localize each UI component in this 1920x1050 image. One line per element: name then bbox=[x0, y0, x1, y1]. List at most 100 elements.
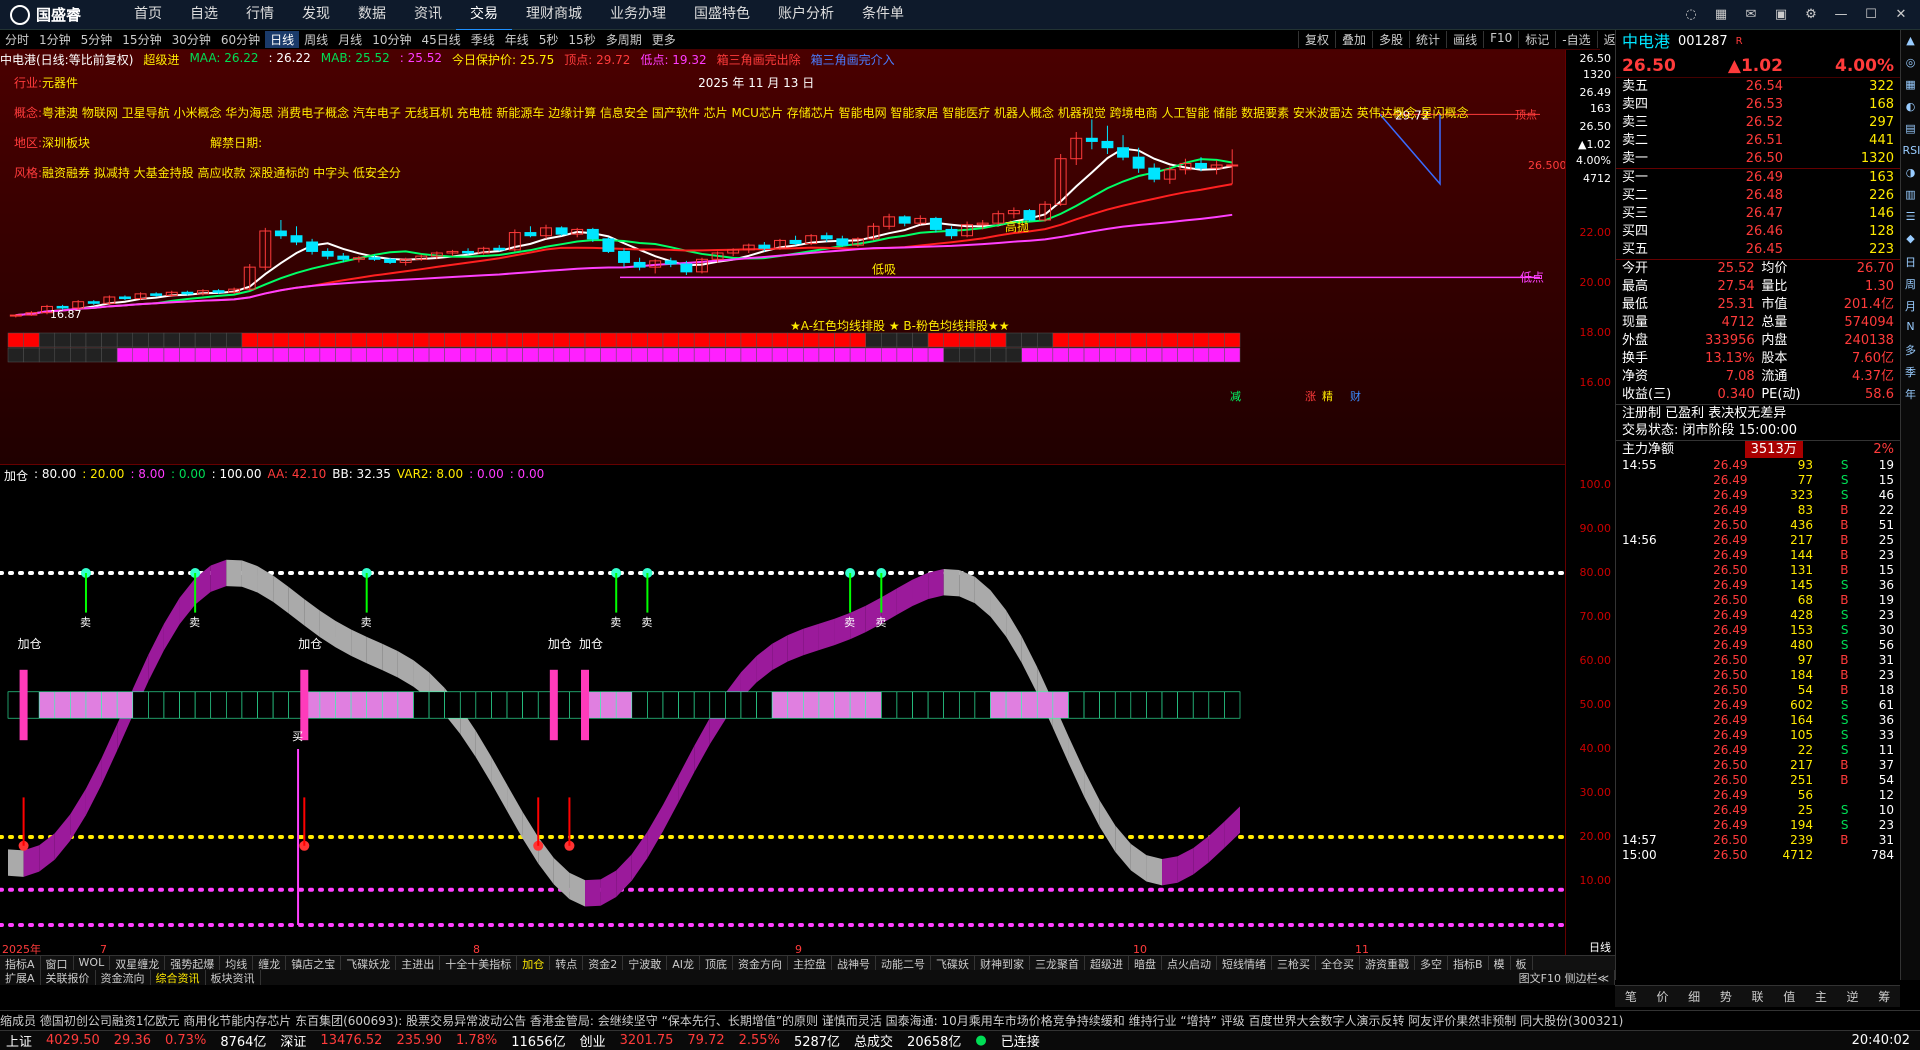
bid-row[interactable]: 买一 26.49 163 bbox=[1616, 169, 1900, 187]
news-ticker[interactable]: 缩成员 德国初创公司融资1亿欧元 商用化节能内存芯片 东百集团(600693):… bbox=[0, 1010, 1920, 1030]
sidebar-button[interactable]: ▥ bbox=[1903, 188, 1919, 204]
bid-row[interactable]: 买四 26.46 128 bbox=[1616, 223, 1900, 241]
indicator-tab[interactable]: 三龙聚首 bbox=[1030, 956, 1085, 970]
menu-item[interactable]: 数据 bbox=[344, 0, 400, 31]
panel-tab[interactable]: 价 bbox=[1647, 986, 1679, 1007]
indicator-tab[interactable]: 缠龙 bbox=[253, 956, 287, 970]
indicator-tab[interactable]: 镇店之宝 bbox=[286, 956, 342, 970]
period-tab[interactable]: 5分钟 bbox=[76, 31, 118, 48]
info-tab[interactable]: 关联报价 bbox=[41, 970, 96, 985]
ask-row[interactable]: 卖四 26.53 168 bbox=[1616, 96, 1900, 114]
menu-item[interactable]: 交易 bbox=[456, 0, 512, 31]
sidebar-button[interactable]: 周 bbox=[1903, 276, 1919, 292]
mail-icon[interactable]: ✉ bbox=[1740, 5, 1762, 25]
panel-tab[interactable]: 细 bbox=[1678, 986, 1710, 1007]
sidebar-button[interactable]: ▲ bbox=[1903, 34, 1919, 50]
period-tab[interactable]: 月线 bbox=[333, 31, 367, 48]
panel-tab[interactable]: 联 bbox=[1742, 986, 1774, 1007]
indicator-tab[interactable]: 宁波敢 bbox=[623, 956, 668, 970]
period-tab[interactable]: 30分钟 bbox=[167, 31, 216, 48]
sidebar-button[interactable]: RSI bbox=[1903, 144, 1920, 160]
period-tab[interactable]: 日线 bbox=[265, 31, 300, 48]
info-tab[interactable]: 资金流向 bbox=[96, 970, 151, 985]
indicator-tab[interactable]: 飞碟妖 bbox=[931, 956, 975, 970]
period-tab[interactable]: 1分钟 bbox=[34, 31, 76, 48]
chart-tool-button[interactable]: 复权 bbox=[1298, 31, 1335, 48]
menu-item[interactable]: 发现 bbox=[288, 0, 344, 31]
period-tab[interactable]: 45日线 bbox=[416, 31, 465, 48]
panel-tab[interactable]: 值 bbox=[1773, 986, 1805, 1007]
sidebar-button[interactable]: ◐ bbox=[1903, 100, 1919, 116]
indicator-tab[interactable]: 短线情绪 bbox=[1217, 956, 1272, 970]
indicator-tab[interactable]: 点火启动 bbox=[1162, 956, 1217, 970]
info-tab[interactable]: 综合资讯 bbox=[151, 970, 206, 985]
sidebar-button[interactable]: 日 bbox=[1903, 254, 1919, 270]
panel-tab[interactable]: 逆 bbox=[1837, 986, 1869, 1007]
sidebar-button[interactable]: ◎ bbox=[1903, 56, 1919, 72]
panel-tab[interactable]: 势 bbox=[1710, 986, 1742, 1007]
sidebar-button[interactable]: 月 bbox=[1903, 298, 1919, 314]
bid-row[interactable]: 买二 26.48 226 bbox=[1616, 187, 1900, 205]
indicator-tab[interactable]: 指标B bbox=[1448, 956, 1489, 970]
period-tab[interactable]: 60分钟 bbox=[216, 31, 265, 48]
sidebar-button[interactable]: 季 bbox=[1903, 364, 1919, 380]
period-tab[interactable]: 10分钟 bbox=[367, 31, 416, 48]
ask-row[interactable]: 卖一 26.50 1320 bbox=[1616, 150, 1900, 168]
sidebar-button[interactable]: ▦ bbox=[1903, 78, 1919, 94]
gear-icon[interactable]: ⚙ bbox=[1800, 5, 1822, 25]
indicator-tab[interactable]: 窗口 bbox=[41, 956, 74, 970]
skin-icon[interactable]: ▣ bbox=[1770, 5, 1792, 25]
sidebar-toggle[interactable]: 图文F10 侧边栏≪ bbox=[1514, 970, 1615, 985]
indicator-tab[interactable]: 双星缠龙 bbox=[110, 956, 166, 970]
chart-tool-button[interactable]: -自选 bbox=[1555, 31, 1596, 48]
sidebar-button[interactable]: 多 bbox=[1903, 342, 1919, 358]
menu-item[interactable]: 国盛特色 bbox=[680, 0, 764, 31]
menu-item[interactable]: 业务办理 bbox=[596, 0, 680, 31]
indicator-tab[interactable]: 资金方向 bbox=[733, 956, 788, 970]
sub-indicator-chart[interactable]: 加仓 加仓 加仓 加仓卖卖卖卖卖卖卖买 2025年 7 8 9 10 11 bbox=[0, 465, 1567, 956]
period-tab[interactable]: 分时 bbox=[0, 31, 34, 48]
bid-row[interactable]: 买三 26.47 146 bbox=[1616, 205, 1900, 223]
indicator-tab[interactable]: 模 bbox=[1489, 956, 1511, 970]
panel-tab[interactable]: 笔 bbox=[1615, 986, 1647, 1007]
period-tab[interactable]: 5秒 bbox=[534, 31, 564, 48]
indicator-tab[interactable]: 加仓 bbox=[517, 956, 551, 970]
indicator-tab[interactable]: 板 bbox=[1511, 956, 1533, 970]
ask-row[interactable]: 卖二 26.51 441 bbox=[1616, 132, 1900, 150]
menu-item[interactable]: 首页 bbox=[120, 0, 176, 31]
sidebar-button[interactable]: 年 bbox=[1903, 386, 1919, 402]
chart-tool-button[interactable]: F10 bbox=[1483, 31, 1518, 48]
indicator-tab[interactable]: AI龙 bbox=[667, 956, 700, 970]
period-tab[interactable]: 季线 bbox=[466, 31, 500, 48]
indicator-tab[interactable]: 三枪买 bbox=[1272, 956, 1316, 970]
panel-tab[interactable]: 筹 bbox=[1868, 986, 1900, 1007]
period-tab[interactable]: 15秒 bbox=[563, 31, 600, 48]
maximize-button[interactable]: ☐ bbox=[1860, 5, 1882, 25]
ask-row[interactable]: 卖三 26.52 297 bbox=[1616, 114, 1900, 132]
menu-item[interactable]: 资讯 bbox=[400, 0, 456, 31]
sidebar-button[interactable]: ▤ bbox=[1903, 122, 1919, 138]
menu-item[interactable]: 自选 bbox=[176, 0, 232, 31]
indicator-tab[interactable]: 主控盘 bbox=[788, 956, 832, 970]
indicator-tab[interactable]: 顶底 bbox=[700, 956, 733, 970]
period-tab[interactable]: 更多 bbox=[647, 31, 681, 48]
panel-tab[interactable]: 主 bbox=[1805, 986, 1837, 1007]
indicator-tab[interactable]: 强势起爆 bbox=[165, 956, 221, 970]
chart-tool-button[interactable]: 统计 bbox=[1409, 31, 1446, 48]
indicator-tab[interactable]: 主进出 bbox=[396, 956, 441, 970]
close-button[interactable]: ✕ bbox=[1890, 5, 1912, 25]
sidebar-button[interactable]: ☰ bbox=[1903, 210, 1919, 226]
period-tab[interactable]: 年线 bbox=[500, 31, 534, 48]
indicator-tab[interactable]: 均线 bbox=[220, 956, 254, 970]
chart-tool-button[interactable]: 标记 bbox=[1518, 31, 1555, 48]
indicator-tab[interactable]: 游资重戳 bbox=[1360, 956, 1415, 970]
chart-tool-button[interactable]: 画线 bbox=[1446, 31, 1483, 48]
menu-item[interactable]: 理财商城 bbox=[512, 0, 596, 31]
indicator-tab[interactable]: 全仓买 bbox=[1316, 956, 1360, 970]
chart-tool-button[interactable]: 多股 bbox=[1372, 31, 1409, 48]
indicator-tab[interactable]: 超级进 bbox=[1085, 956, 1129, 970]
minimize-button[interactable]: — bbox=[1830, 5, 1852, 25]
app-logo[interactable]: 国盛睿 bbox=[0, 4, 120, 25]
period-tab[interactable]: 15分钟 bbox=[117, 31, 166, 48]
bid-row[interactable]: 买五 26.45 223 bbox=[1616, 241, 1900, 259]
